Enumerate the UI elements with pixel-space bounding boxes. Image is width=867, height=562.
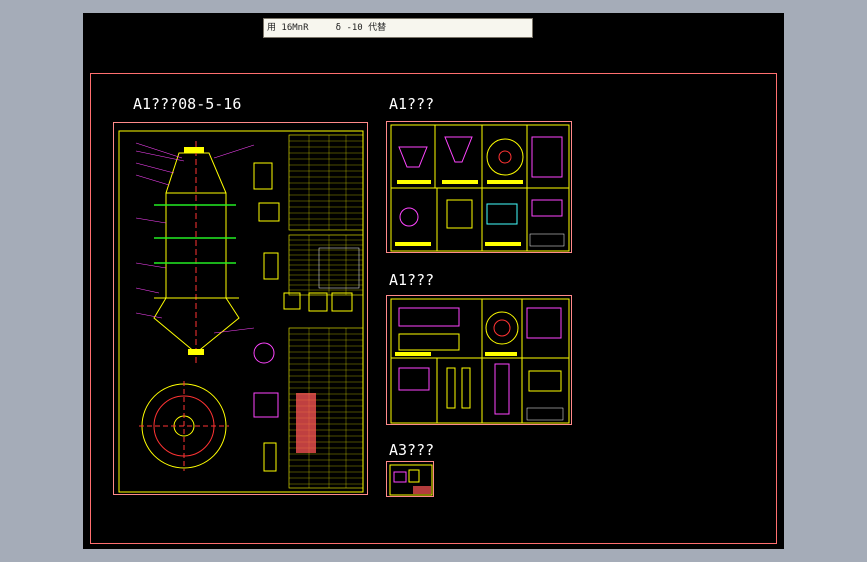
material-note-bar: 用 16MnR δ -10 代替 <box>263 18 533 38</box>
sheet-main-vessel[interactable] <box>113 122 368 495</box>
sheet-details-2[interactable] <box>386 295 572 425</box>
sheet-label-details-1: A1??? <box>389 95 435 113</box>
sheet-label-main: A1???08-5-16 <box>133 95 242 113</box>
detail-drawing-2 <box>390 298 570 424</box>
sheet-details-1[interactable] <box>386 121 572 253</box>
detail-drawing-1 <box>390 124 570 252</box>
vessel-drawing <box>118 130 364 493</box>
sheet-label-details-2: A1??? <box>389 271 435 289</box>
sheet-a3[interactable] <box>386 461 434 497</box>
a3-drawing <box>389 464 433 496</box>
sheet-label-a3: A3??? <box>389 441 435 459</box>
